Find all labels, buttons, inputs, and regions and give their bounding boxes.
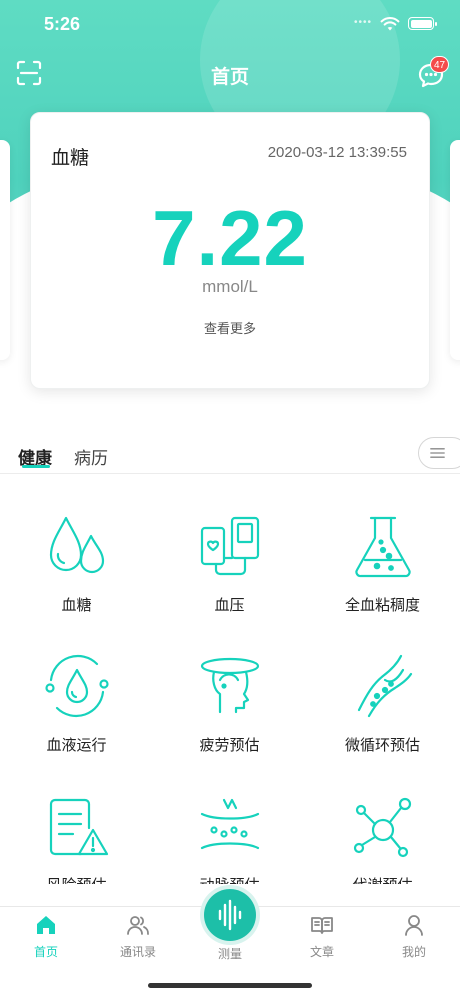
menu-icon [430, 448, 445, 458]
view-more-link[interactable]: 查看更多 [31, 318, 429, 337]
grid-item-blood-pressure[interactable]: 血压 [153, 500, 306, 640]
glucose-unit: mmol/L [202, 277, 258, 296]
metabolism-molecule-icon [353, 797, 412, 858]
nav-item-home[interactable]: 首页 [0, 911, 92, 963]
battery-icon [408, 17, 437, 30]
tab-menu-button[interactable] [418, 437, 460, 469]
grid-item-blood-circulation[interactable]: 血液运行 [0, 640, 153, 780]
profile-icon [405, 915, 423, 936]
next-card-peek[interactable] [450, 140, 460, 360]
nav-label-contacts: 通讯录 [119, 945, 156, 959]
home-icon [37, 916, 55, 934]
measure-button[interactable] [204, 889, 256, 941]
wifi-icon [380, 17, 400, 31]
risk-document-icon [49, 798, 109, 856]
contacts-icon [127, 916, 149, 935]
nav-item-measure[interactable]: 测量 [184, 889, 276, 963]
status-bar: 5:26 •••• [0, 0, 460, 50]
tab-indicator [22, 465, 50, 468]
microcirculation-icon [357, 654, 413, 718]
grid-item-label: 疲劳预估 [199, 737, 260, 754]
grid-item-label: 血压 [214, 597, 245, 614]
grid-item-blood-viscosity[interactable]: 全血粘稠度 [306, 500, 459, 640]
nav-label-profile: 我的 [401, 945, 426, 959]
health-grid: 血糖 血压 全血粘稠度 血液运行 疲劳预估 微循环预估 [0, 500, 460, 884]
blood-circulation-icon [45, 654, 109, 718]
message-badge: 47 [430, 56, 450, 73]
blood-pressure-monitor-icon [200, 516, 260, 576]
nav-item-profile[interactable]: 我的 [368, 911, 460, 963]
card-title: 血糖 [51, 148, 90, 169]
measure-wave-icon [218, 899, 242, 931]
glucose-value: 7.22 [152, 194, 308, 282]
fatigue-head-icon [200, 657, 260, 714]
tab-bar: 健康 病历 [0, 434, 460, 474]
home-indicator [148, 983, 312, 988]
nav-label-home: 首页 [33, 945, 58, 959]
tab-medical-record[interactable]: 病历 [74, 444, 108, 469]
card-timestamp: 2020-03-12 13:39:55 [267, 144, 407, 161]
nav-item-contacts[interactable]: 通讯录 [92, 911, 184, 963]
nav-label-measure: 测量 [217, 947, 242, 961]
grid-item-label: 微循环预估 [344, 737, 420, 754]
grid-item-risk[interactable]: 风险预估 [0, 780, 153, 884]
grid-item-label: 全血粘稠度 [344, 597, 420, 614]
nav-bar: 首页 47 [0, 54, 460, 94]
signal-dots-icon: •••• [354, 17, 373, 28]
glucose-card[interactable]: 血糖 2020-03-12 13:39:55 7.22 mmol/L 查看更多 [30, 112, 430, 389]
grid-item-artery[interactable]: 动脉预估 [153, 780, 306, 884]
status-time: 5:26 [44, 14, 81, 34]
grid-item-label: 血液运行 [46, 737, 107, 754]
grid-item-blood-sugar[interactable]: 血糖 [0, 500, 153, 640]
nav-item-articles[interactable]: 文章 [276, 911, 368, 963]
grid-item-microcirculation[interactable]: 微循环预估 [306, 640, 459, 780]
grid-item-label: 代谢预估 [306, 874, 459, 884]
grid-item-label: 风险预估 [0, 874, 153, 884]
nav-label-articles: 文章 [309, 945, 334, 959]
flask-icon [355, 516, 411, 578]
artery-icon [200, 798, 260, 850]
book-icon [311, 917, 333, 934]
grid-item-label: 血糖 [61, 597, 92, 614]
previous-card-peek[interactable] [0, 140, 10, 360]
grid-item-label: 动脉预估 [153, 874, 306, 884]
grid-item-fatigue[interactable]: 疲劳预估 [153, 640, 306, 780]
page-title: 首页 [210, 67, 249, 88]
grid-item-metabolism[interactable]: 代谢预估 [306, 780, 459, 884]
blood-drops-icon [49, 516, 105, 574]
bottom-nav: 首页 通讯录 测量 文章 我的 [0, 889, 460, 996]
